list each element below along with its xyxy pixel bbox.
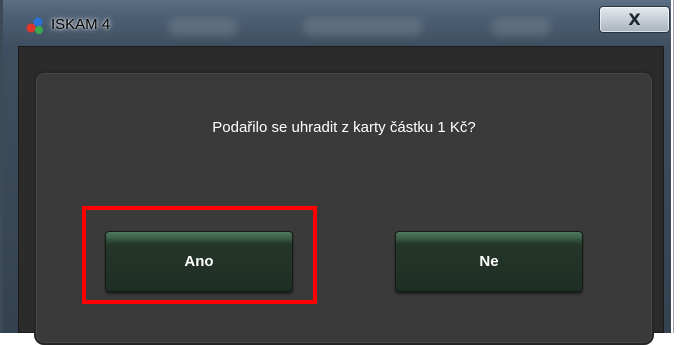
window-title: ISKAM 4 bbox=[51, 16, 111, 33]
dialog-message: Podařilo se uhradit z karty částku 1 Kč? bbox=[212, 119, 476, 136]
close-icon: X bbox=[628, 9, 641, 29]
close-button[interactable]: X bbox=[599, 6, 670, 33]
background-blur bbox=[491, 18, 551, 36]
yes-button[interactable]: Ano bbox=[105, 231, 293, 292]
dialog-window: ISKAM 4 X Podařilo se uhradit z karty čá… bbox=[0, 0, 671, 345]
app-icon bbox=[26, 17, 43, 34]
background-blur bbox=[168, 18, 238, 36]
no-button[interactable]: Ne bbox=[395, 231, 583, 292]
title-bar[interactable]: ISKAM 4 X bbox=[3, 0, 671, 46]
screen-edge-divider bbox=[673, 0, 674, 333]
background-blur bbox=[303, 18, 423, 36]
message-panel: Podařilo se uhradit z karty částku 1 Kč? bbox=[34, 71, 654, 345]
dialog-client-area: Podařilo se uhradit z karty částku 1 Kč?… bbox=[18, 46, 664, 345]
